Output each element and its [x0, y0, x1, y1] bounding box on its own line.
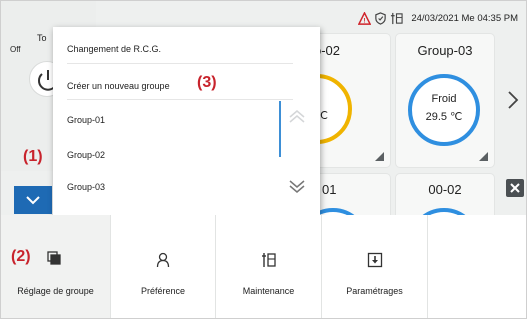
bottom-item-label: Réglage de groupe: [17, 286, 94, 296]
divider: [67, 63, 293, 64]
menu-item-create-group[interactable]: Créer un nouveau groupe: [67, 81, 170, 91]
scrollbar[interactable]: [279, 101, 281, 157]
chevron-up-icon[interactable]: [287, 109, 307, 123]
chevron-down-icon[interactable]: [287, 180, 307, 194]
menu-item-group-02[interactable]: Group-02: [67, 150, 105, 160]
chevron-down-icon: [26, 196, 40, 205]
download-icon: [367, 252, 383, 268]
tile-mode: Froid: [431, 93, 457, 105]
bottom-item-settings[interactable]: Paramétrages: [322, 215, 428, 318]
shield-icon[interactable]: [374, 11, 387, 25]
maintenance-icon: [262, 253, 276, 267]
tile-temp: 29.5 ℃: [425, 111, 463, 123]
group-settings-icon: [47, 251, 61, 265]
app-window: To Off On ! 24/03/2021 Me 04:35 PM o-: [0, 0, 527, 319]
bottom-item-label: Paramétrages: [346, 286, 403, 296]
group-dropdown-toggle[interactable]: [14, 186, 52, 214]
bottom-item-label: Maintenance: [242, 286, 295, 296]
menu-item-change-rcg[interactable]: Changement de R.C.G.: [67, 44, 161, 54]
callout-3: (3): [197, 74, 217, 91]
close-icon: [510, 183, 520, 193]
group-tile-03[interactable]: Group-03 Froid 29.5 ℃: [395, 33, 495, 168]
tile-name: 00-02: [428, 182, 462, 197]
bottom-bar: Réglage de groupe Préférence Maintenance: [1, 215, 526, 318]
bottom-item-preference[interactable]: Préférence: [111, 215, 216, 318]
bottom-item-maintenance[interactable]: Maintenance: [216, 215, 322, 318]
warning-triangle-icon[interactable]: !: [358, 11, 372, 25]
tile-ring: Froid 29.5 ℃: [408, 74, 480, 146]
status-bar: ! 24/03/2021 Me 04:35 PM: [358, 10, 518, 26]
maintenance-icon[interactable]: [390, 12, 403, 25]
tile-corner-marker: [479, 152, 488, 161]
svg-text:!: !: [364, 17, 366, 24]
menu-item-group-03[interactable]: Group-03: [67, 182, 105, 192]
tile-corner-marker: [375, 152, 384, 161]
chevron-right-icon[interactable]: [506, 89, 520, 111]
group-dropdown-menu: Changement de R.C.G. Créer un nouveau gr…: [53, 27, 320, 215]
bottom-item-group-settings[interactable]: Réglage de groupe: [1, 215, 111, 318]
tile-name: 01: [322, 182, 337, 197]
status-datetime: 24/03/2021 Me 04:35 PM: [411, 12, 518, 24]
close-button[interactable]: [506, 179, 524, 197]
divider: [67, 99, 293, 100]
tile-name: o-02: [314, 43, 341, 58]
callout-2: (2): [11, 248, 31, 265]
bottom-item-label: Préférence: [140, 286, 186, 296]
tile-name: Group-03: [417, 43, 473, 58]
user-icon: [156, 252, 170, 268]
left-panel-title: To: [37, 33, 47, 43]
callout-1: (1): [23, 148, 43, 165]
off-label: Off: [10, 45, 21, 54]
menu-item-group-01[interactable]: Group-01: [67, 115, 105, 125]
